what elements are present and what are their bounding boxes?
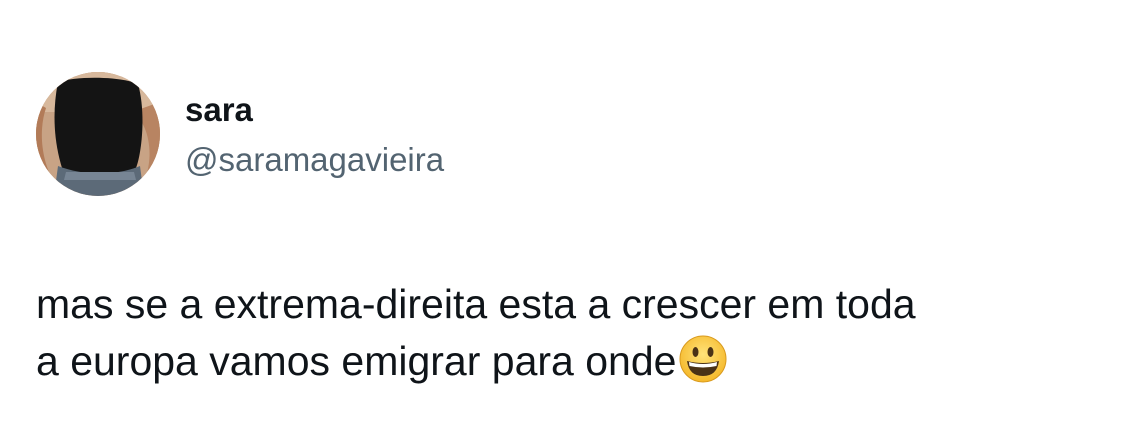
display-name[interactable]: sara <box>185 90 253 130</box>
user-handle[interactable]: @saramagavieira <box>185 140 444 180</box>
profile-photo-icon <box>36 72 160 196</box>
avatar[interactable] <box>36 72 160 196</box>
grinning-face-emoji-icon <box>678 334 728 384</box>
tweet-text-line: a europa vamos emigrar para onde <box>36 333 1096 390</box>
tweet-card: sara @saramagavieira mas se a extrema-di… <box>0 0 1125 441</box>
tweet-text-segment: a europa vamos emigrar para onde <box>36 338 677 384</box>
tweet-text: mas se a extrema-direita esta a crescer … <box>36 276 1096 390</box>
tweet-text-line: mas se a extrema-direita esta a crescer … <box>36 281 916 327</box>
